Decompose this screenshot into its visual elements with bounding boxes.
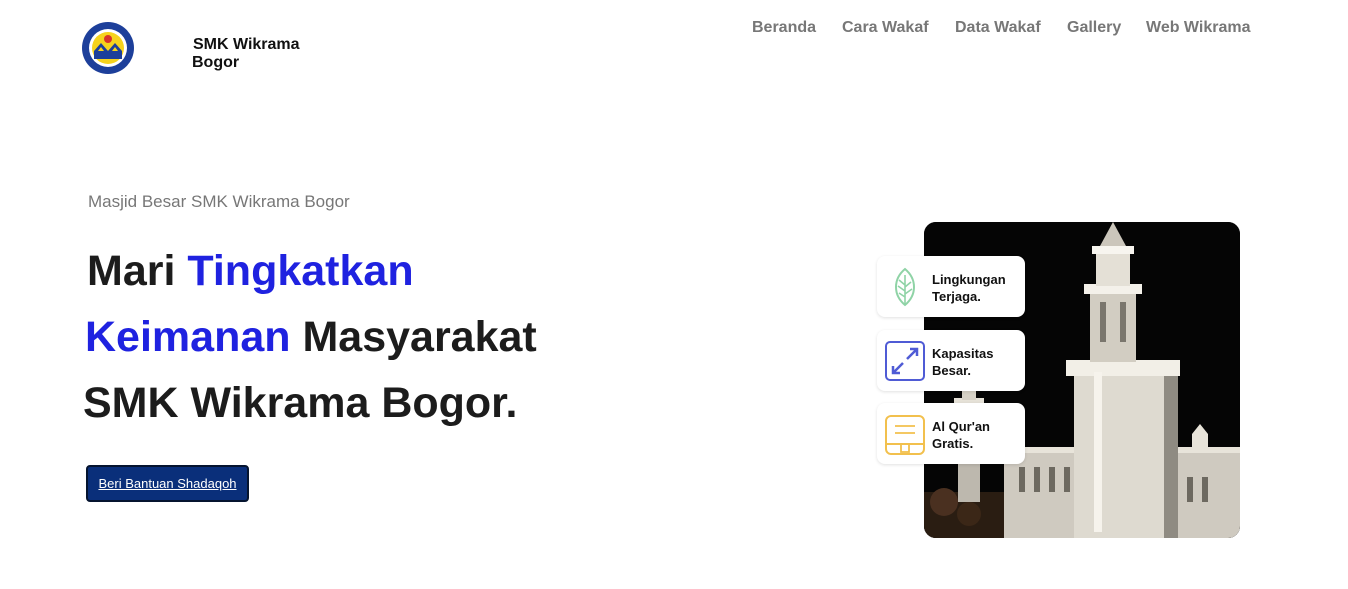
hero-word-mari: Mari bbox=[87, 247, 176, 295]
feature-text: Lingkungan Terjaga. bbox=[932, 271, 1022, 305]
hero-subtitle: Masjid Besar SMK Wikrama Bogor bbox=[88, 192, 350, 211]
feature-subtitle: Gratis. bbox=[932, 436, 974, 451]
feature-card-lingkungan: Lingkungan Terjaga. bbox=[877, 256, 1025, 317]
feature-text: Kapasitas Besar. bbox=[932, 345, 1022, 379]
feature-card-kapasitas: Kapasitas Besar. bbox=[877, 330, 1025, 391]
hero-word-masyarakat: Masyarakat bbox=[302, 313, 537, 361]
brand-name[interactable]: SMK Wikrama Bogor bbox=[192, 36, 313, 72]
nav-data-wakaf[interactable]: Data Wakaf bbox=[955, 19, 1041, 37]
hero-line-3: SMK Wikrama Bogor. bbox=[83, 379, 518, 427]
feature-subtitle: Besar. bbox=[932, 363, 972, 378]
hero-word-keimanan: Keimanan bbox=[85, 313, 291, 361]
hero-word-tingkatkan: Tingkatkan bbox=[187, 247, 414, 295]
feature-title: Kapasitas bbox=[932, 346, 994, 361]
nav-gallery[interactable]: Gallery bbox=[1067, 19, 1121, 37]
expand-icon bbox=[883, 339, 927, 383]
feature-text: Al Qur'an Gratis. bbox=[932, 418, 1022, 452]
feature-title: Al Qur'an bbox=[932, 419, 990, 434]
feature-card-quran: Al Qur'an Gratis. bbox=[877, 403, 1025, 464]
feature-subtitle: Terjaga. bbox=[932, 289, 981, 304]
leaf-icon bbox=[883, 265, 927, 309]
quran-icon bbox=[883, 412, 927, 456]
nav-web-wikrama[interactable]: Web Wikrama bbox=[1146, 19, 1250, 37]
feature-title: Lingkungan bbox=[932, 272, 1006, 287]
hero-line-2: Keimanan Masyarakat bbox=[85, 312, 537, 362]
main-nav: Beranda Cara Wakaf Data Wakaf Gallery We… bbox=[0, 19, 1348, 39]
shadaqoh-button[interactable]: Beri Bantuan Shadaqoh bbox=[86, 465, 249, 502]
nav-cara-wakaf[interactable]: Cara Wakaf bbox=[842, 19, 929, 37]
brand-line-2: Bogor bbox=[192, 54, 240, 71]
nav-beranda[interactable]: Beranda bbox=[752, 19, 816, 37]
hero-line-1: Mari Tingkatkan bbox=[87, 246, 414, 296]
